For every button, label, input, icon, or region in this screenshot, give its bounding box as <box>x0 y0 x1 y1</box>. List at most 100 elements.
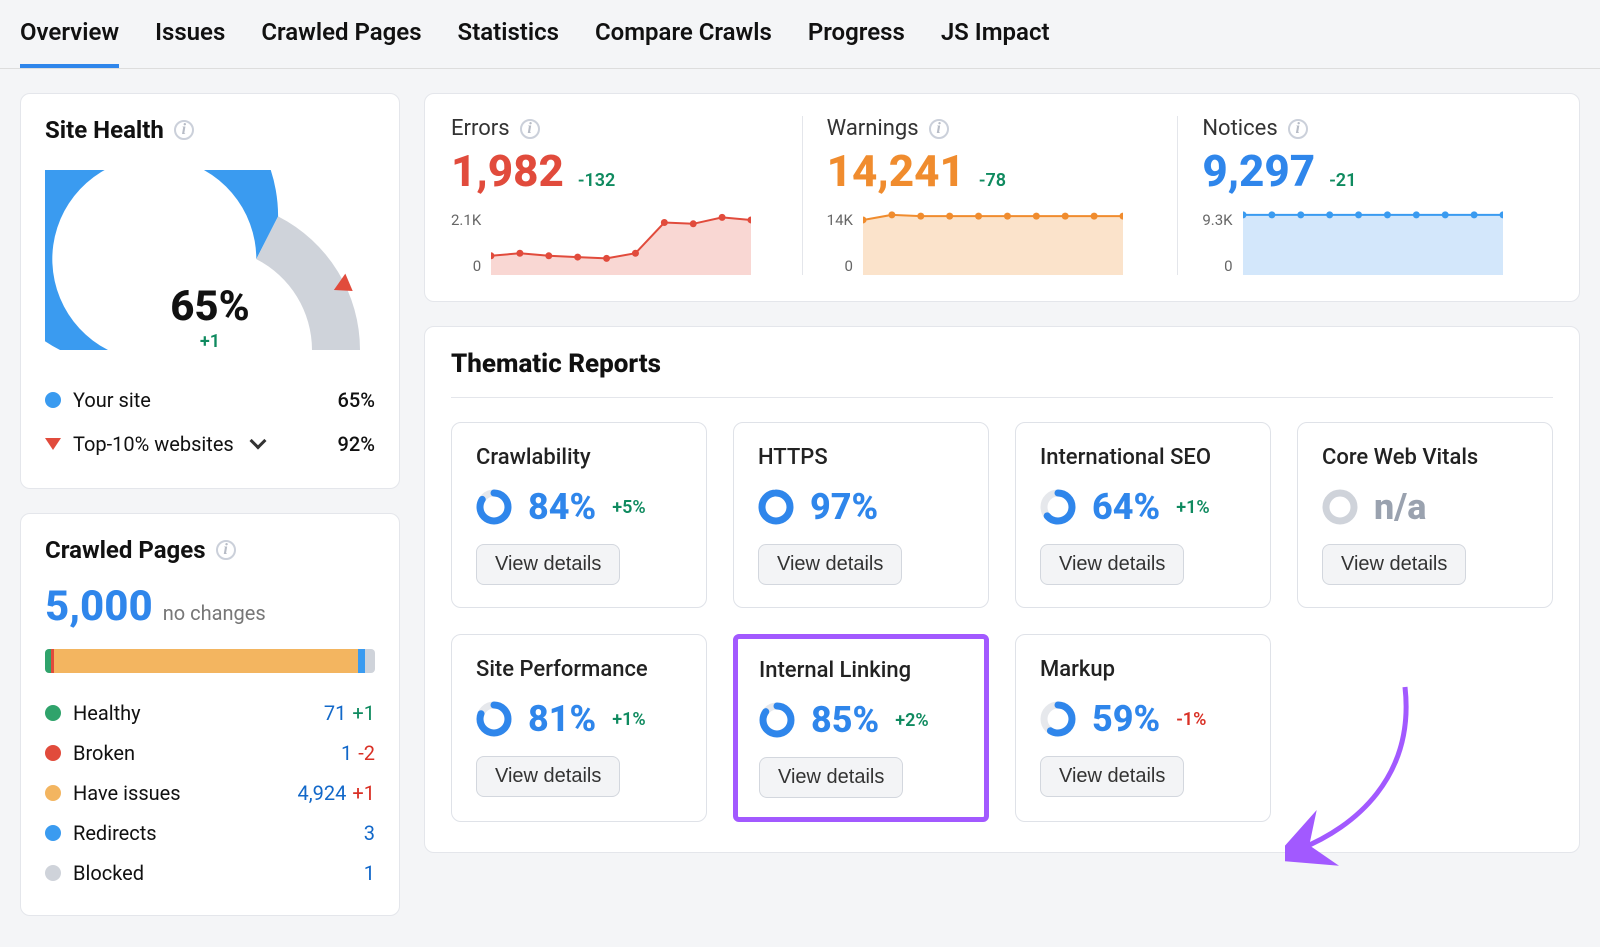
crawled-row-delta: +1 <box>352 701 375 725</box>
trend-sparkline <box>1243 211 1503 275</box>
stacked-segment-redirects[interactable] <box>358 649 365 673</box>
dot-icon <box>45 785 61 801</box>
tab-crawled-pages[interactable]: Crawled Pages <box>261 18 421 68</box>
donut-icon <box>1040 489 1076 525</box>
site-health-delta: +1 <box>45 331 375 352</box>
dot-icon <box>45 825 61 841</box>
report-percent: 64% <box>1092 486 1160 528</box>
site-health-your-site-row: Your site 65% <box>45 378 375 422</box>
crawled-row-count[interactable]: 1 <box>341 741 352 765</box>
trend-title-text: Errors <box>451 116 510 141</box>
donut-icon <box>476 489 512 525</box>
report-title: Internal Linking <box>759 658 963 683</box>
info-icon[interactable]: i <box>929 119 949 139</box>
view-details-button[interactable]: View details <box>1040 544 1184 585</box>
stacked-segment-have-issues[interactable] <box>54 649 358 673</box>
top-tabs: Overview Issues Crawled Pages Statistics Com… <box>0 0 1600 69</box>
trend-delta: -21 <box>1329 170 1356 191</box>
report-core-web-vitals: Core Web Vitals n/a View details <box>1297 422 1553 608</box>
crawled-row-count[interactable]: 1 <box>364 861 375 885</box>
report-title: Markup <box>1040 657 1246 682</box>
tab-statistics[interactable]: Statistics <box>458 18 559 68</box>
info-icon[interactable]: i <box>216 540 236 560</box>
crawled-row-blocked[interactable]: Blocked1 <box>45 853 375 893</box>
trend-ymax: 2.1K <box>451 211 481 229</box>
top10-value: 92% <box>338 432 375 456</box>
crawled-row-count[interactable]: 3 <box>364 821 375 845</box>
crawled-row-label: Redirects <box>73 821 157 845</box>
report-title: Site Performance <box>476 657 682 682</box>
crawled-row-label: Broken <box>73 741 135 765</box>
tab-issues[interactable]: Issues <box>155 18 225 68</box>
stacked-segment-blocked[interactable] <box>365 649 375 673</box>
report-delta: +1% <box>612 709 645 730</box>
crawled-row-have-issues[interactable]: Have issues4,924+1 <box>45 773 375 813</box>
triangle-down-icon <box>45 438 61 450</box>
trend-delta: -78 <box>979 170 1006 191</box>
tab-js-impact[interactable]: JS Impact <box>941 18 1050 68</box>
thematic-title: Thematic Reports <box>451 349 1553 398</box>
report-delta: +5% <box>612 497 645 518</box>
report-percent: 85% <box>811 699 879 741</box>
report-delta: +2% <box>895 710 928 731</box>
crawled-row-healthy[interactable]: Healthy71+1 <box>45 693 375 733</box>
report-markup: Markup 59% -1% View details <box>1015 634 1271 822</box>
dot-icon <box>45 865 61 881</box>
crawled-row-redirects[interactable]: Redirects 3 <box>45 813 375 853</box>
info-icon[interactable]: i <box>520 119 540 139</box>
chevron-down-icon <box>249 433 266 450</box>
thematic-card: Thematic Reports Crawlability 84% +5% Vi… <box>424 326 1580 853</box>
trend-value: 14,241 <box>827 145 965 197</box>
trend-ymin: 0 <box>1202 257 1232 275</box>
site-health-card: Site Health i 65% +1 Your site 65% <box>20 93 400 489</box>
trend-errors[interactable]: Errorsi 1,982-132 2.1K0 <box>451 116 802 275</box>
view-details-button[interactable]: View details <box>476 544 620 585</box>
site-health-title-text: Site Health <box>45 116 164 144</box>
trend-ymin: 0 <box>451 257 481 275</box>
view-details-button[interactable]: View details <box>476 756 620 797</box>
trend-ymin: 0 <box>827 257 853 275</box>
trend-title-text: Warnings <box>827 116 919 141</box>
report-title: International SEO <box>1040 445 1246 470</box>
trend-sparkline <box>491 211 751 275</box>
report-site-performance: Site Performance 81% +1% View details <box>451 634 707 822</box>
trend-value: 1,982 <box>451 145 564 197</box>
crawled-pages-card: Crawled Pages i 5,000 no changes Healthy… <box>20 513 400 916</box>
report-https: HTTPS 97% View details <box>733 422 989 608</box>
tab-compare-crawls[interactable]: Compare Crawls <box>595 18 772 68</box>
trends-card: Errorsi 1,982-132 2.1K0 Warningsi 14,241… <box>424 93 1580 302</box>
report-crawlability: Crawlability 84% +5% View details <box>451 422 707 608</box>
crawled-row-count[interactable]: 4,924 <box>298 781 347 805</box>
crawled-row-count[interactable]: 71 <box>324 701 346 725</box>
donut-icon <box>759 702 795 738</box>
your-site-label: Your site <box>73 388 151 412</box>
view-details-button[interactable]: View details <box>759 757 903 798</box>
trend-warnings[interactable]: Warningsi 14,241-78 14K0 <box>802 116 1178 275</box>
info-icon[interactable]: i <box>174 120 194 140</box>
tab-progress[interactable]: Progress <box>808 18 905 68</box>
report-title: Core Web Vitals <box>1322 445 1528 470</box>
view-details-button[interactable]: View details <box>758 544 902 585</box>
report-percent: n/a <box>1374 486 1426 528</box>
site-health-title: Site Health i <box>45 116 375 144</box>
crawled-row-broken[interactable]: Broken1-2 <box>45 733 375 773</box>
report-delta: +1% <box>1176 497 1209 518</box>
view-details-button[interactable]: View details <box>1322 544 1466 585</box>
trend-notices[interactable]: Noticesi 9,297-21 9.3K0 <box>1177 116 1553 275</box>
crawled-total[interactable]: 5,000 <box>45 582 153 631</box>
view-details-button[interactable]: View details <box>1040 756 1184 797</box>
site-health-top10-row[interactable]: Top-10% websites 92% <box>45 422 375 466</box>
report-title: HTTPS <box>758 445 964 470</box>
donut-icon <box>1040 701 1076 737</box>
info-icon[interactable]: i <box>1288 119 1308 139</box>
your-site-value: 65% <box>338 388 375 412</box>
site-health-percent: 65% <box>45 282 375 331</box>
site-health-gauge: 65% +1 <box>45 170 375 360</box>
top10-label: Top-10% websites <box>73 432 234 456</box>
tab-overview[interactable]: Overview <box>20 18 119 68</box>
trend-value: 9,297 <box>1202 145 1315 197</box>
crawled-pages-title-text: Crawled Pages <box>45 536 206 564</box>
report-percent: 97% <box>810 486 878 528</box>
report-delta: -1% <box>1176 709 1206 730</box>
crawled-stacked-bar[interactable] <box>45 649 375 673</box>
